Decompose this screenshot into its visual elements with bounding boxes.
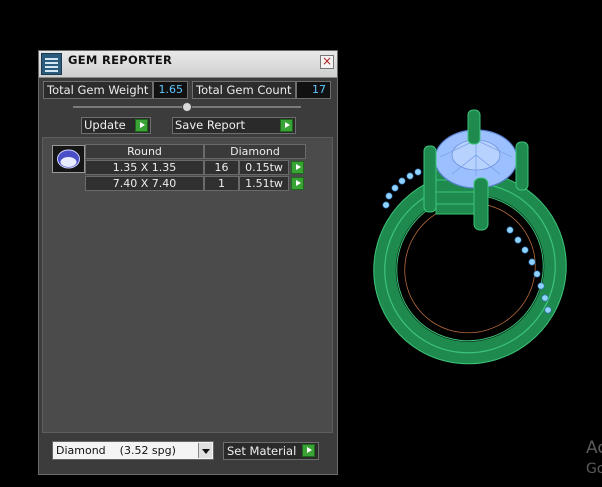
material-select-value: Diamond (3.52 spg) — [56, 444, 176, 457]
arrow-right-icon[interactable] — [280, 119, 293, 132]
total-gem-count-value: 17 — [296, 81, 331, 99]
set-material-button-label: Set Material — [227, 444, 297, 458]
total-gem-count-label: Total Gem Count — [192, 81, 296, 99]
title-bar[interactable]: GEM REPORTER × — [39, 51, 337, 78]
arrow-right-icon[interactable] — [135, 119, 148, 132]
arrow-right-icon[interactable] — [302, 444, 315, 457]
total-gem-weight-label: Total Gem Weight — [43, 81, 153, 99]
watermark-line-2: Go — [586, 461, 602, 477]
watermark-line-1: Ac — [586, 438, 602, 458]
update-button[interactable]: Update — [81, 117, 151, 134]
gem-weight-cell: 0.15tw — [239, 160, 289, 175]
gem-size-cell: 7.40 X 7.40 — [85, 176, 204, 191]
total-gem-weight-value: 1.65 — [153, 81, 188, 99]
material-select[interactable]: Diamond (3.52 spg) — [52, 441, 214, 460]
slider-handle[interactable] — [182, 102, 192, 112]
gem-thumbnail-icon[interactable] — [52, 145, 85, 173]
gem-reporter-panel: GEM REPORTER × Total Gem Weight 1.65 Tot… — [38, 50, 338, 475]
arrow-right-icon[interactable] — [291, 161, 304, 174]
close-icon[interactable]: × — [320, 55, 334, 69]
gem-weight-cell: 1.51tw — [239, 176, 289, 191]
gem-material-header: Diamond — [204, 144, 306, 159]
ring-model — [373, 109, 567, 365]
dropdown-arrow-icon[interactable] — [198, 443, 212, 458]
gem-count-cell: 16 — [204, 160, 239, 175]
gem-shape-header: Round — [85, 144, 204, 159]
update-button-label: Update — [84, 118, 126, 132]
app-icon — [41, 53, 62, 75]
gem-list[interactable]: Round Diamond 1.35 X 1.35 16 0.15tw 7.40… — [42, 137, 333, 433]
save-report-button[interactable]: Save Report — [172, 117, 296, 134]
gem-count-cell: 1 — [204, 176, 239, 191]
arrow-right-icon[interactable] — [291, 177, 304, 190]
save-report-button-label: Save Report — [175, 118, 246, 132]
set-material-button[interactable]: Set Material — [223, 442, 319, 460]
gem-size-cell: 1.35 X 1.35 — [85, 160, 204, 175]
window-title: GEM REPORTER — [68, 53, 173, 67]
